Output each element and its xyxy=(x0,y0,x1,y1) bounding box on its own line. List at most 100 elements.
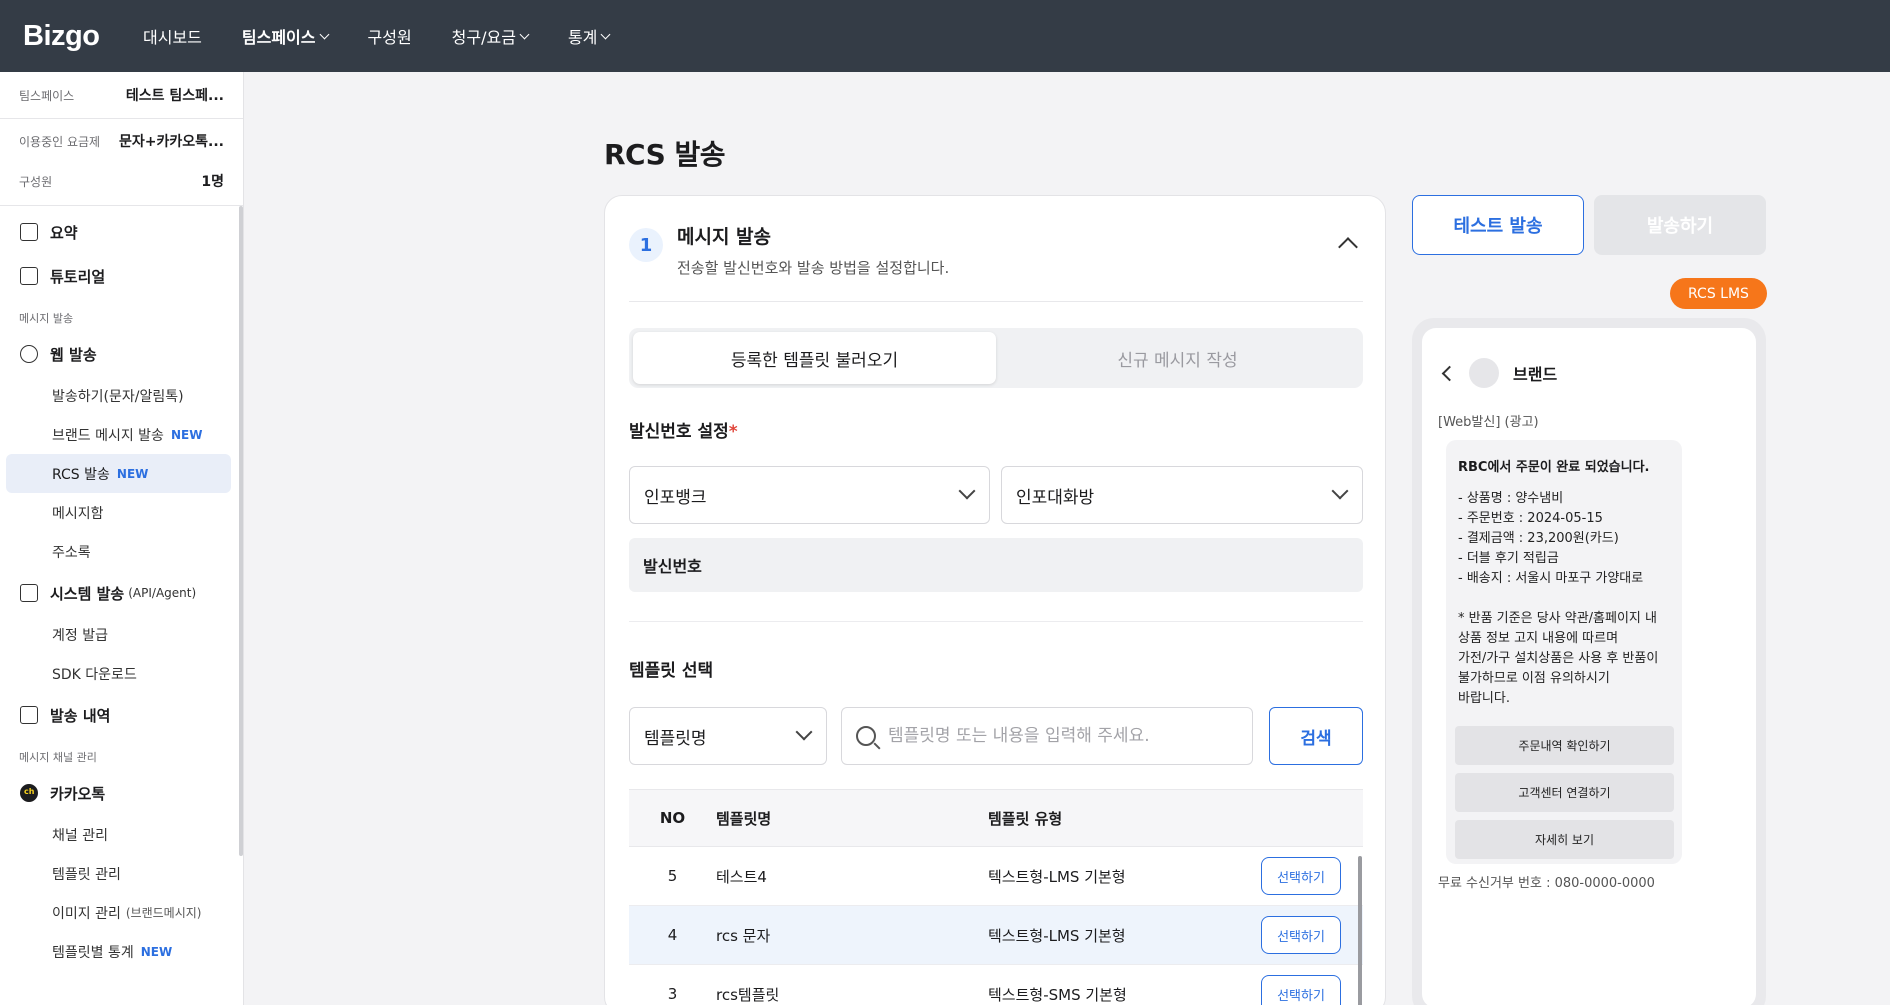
phone-screen: 브랜드 [Web발신] (광고) RBC에서 주문이 완료 되었습니다. - 상… xyxy=(1422,328,1756,1005)
chevron-down-icon xyxy=(795,723,813,741)
nav-statistics-label: 통계 xyxy=(567,28,598,47)
table-scrollbar[interactable] xyxy=(1358,856,1362,1005)
cell-no: 3 xyxy=(667,985,678,1003)
nav-statistics[interactable]: 통계 xyxy=(567,24,611,48)
plan-label: 이용중인 요금제 xyxy=(19,134,101,149)
upload-icon xyxy=(20,584,38,602)
sender-company-select[interactable]: 인포뱅크 xyxy=(629,466,990,524)
members-label: 구성원 xyxy=(19,174,53,189)
sender-number-field[interactable]: 발신번호 xyxy=(629,538,1363,592)
sidebar-item-channel-manage[interactable]: 채널 관리 xyxy=(6,815,231,854)
chevron-down-icon xyxy=(319,29,329,39)
divider xyxy=(629,621,1363,622)
notice-line: * 반품 기준은 당사 약관/홈페이지 내 xyxy=(1458,611,1657,626)
message-line: - 더블 후기 적립금 xyxy=(1458,551,1559,566)
template-search-input[interactable] xyxy=(888,726,1238,746)
menu-label: 이미지 관리 xyxy=(52,905,121,922)
sidebar-item-template-manage[interactable]: 템플릿 관리 xyxy=(6,854,231,893)
search-button[interactable]: 검색 xyxy=(1269,707,1363,765)
chevron-down-icon xyxy=(1331,482,1349,500)
sidebar-item-sdk-download[interactable]: SDK 다운로드 xyxy=(6,654,231,693)
book-icon xyxy=(20,223,38,241)
sidebar-scrollbar[interactable] xyxy=(239,206,243,856)
menu-label: 계정 발급 xyxy=(52,627,108,644)
system-send-label: 시스템 발송 xyxy=(50,584,125,603)
teamspace-row[interactable]: 팀스페이스 테스트 팀스페... xyxy=(19,72,224,118)
message-line: - 배송지 : 서울시 마포구 가양대로 xyxy=(1458,571,1644,586)
sidebar-item-rcs-send[interactable]: RCS 발송 NEW xyxy=(6,454,231,493)
sidebar-item-summary[interactable]: 요약 xyxy=(0,210,243,254)
sidebar-item-image-manage[interactable]: 이미지 관리 (브랜드메시지) xyxy=(6,893,231,932)
menu-label: 메시지함 xyxy=(52,505,104,522)
customer-center-button[interactable]: 고객센터 연결하기 xyxy=(1455,773,1674,812)
menu-label: SDK 다운로드 xyxy=(52,666,137,683)
page-title: RCS 발송 xyxy=(604,138,726,171)
menu-label: 주소록 xyxy=(52,544,91,561)
sender-channel-select[interactable]: 인포대화방 xyxy=(1001,466,1363,524)
select-value: 인포대화방 xyxy=(1016,487,1095,508)
nav-members[interactable]: 구성원 xyxy=(368,24,412,48)
sidebar-item-message-box[interactable]: 메시지함 xyxy=(6,493,231,532)
test-send-button[interactable]: 테스트 발송 xyxy=(1412,195,1584,255)
message-line: - 결제금액 : 23,200원(카드) xyxy=(1458,531,1619,546)
template-filter-select[interactable]: 템플릿명 xyxy=(629,707,827,765)
table-row[interactable]: 3 rcs템플릿 텍스트형-SMS 기본형 선택하기 xyxy=(629,965,1363,1005)
table-row[interactable]: 5 테스트4 텍스트형-LMS 기본형 선택하기 xyxy=(629,847,1363,906)
chevron-up-icon[interactable] xyxy=(1338,237,1358,257)
table-row[interactable]: 4 rcs 문자 텍스트형-LMS 기본형 선택하기 xyxy=(629,906,1363,965)
bizgo-logo[interactable]: Bizgo xyxy=(23,20,143,53)
preview-header: 브랜드 xyxy=(1441,358,1558,388)
chevron-down-icon xyxy=(600,29,611,39)
nav-billing-label: 청구/요금 xyxy=(451,28,516,47)
cell-action: 선택하기 xyxy=(1261,916,1363,954)
sender-label: 발신번호 설정* xyxy=(629,417,738,442)
cell-type: 텍스트형-SMS 기본형 xyxy=(988,985,1127,1004)
plan-value: 문자+카카오톡... xyxy=(119,134,224,150)
notice-line: 상품 정보 고지 내용에 따르며 xyxy=(1458,631,1619,646)
teamspace-value: 테스트 팀스페... xyxy=(125,88,224,104)
avatar xyxy=(1469,358,1499,388)
cell-name: rcs 문자 xyxy=(716,926,771,945)
new-badge: NEW xyxy=(140,944,173,959)
nav-teamspace[interactable]: 팀스페이스 xyxy=(242,24,329,48)
sidebar-item-brand-message[interactable]: 브랜드 메시지 발송 NEW xyxy=(6,415,231,454)
open-book-icon xyxy=(20,267,38,285)
back-arrow-icon xyxy=(1441,365,1458,381)
group-label-channel: 메시지 채널 관리 xyxy=(19,751,97,764)
nav-billing[interactable]: 청구/요금 xyxy=(451,24,530,48)
order-history-button[interactable]: 주문내역 확인하기 xyxy=(1455,726,1674,765)
sidebar-item-template-stats[interactable]: 템플릿별 통계 NEW xyxy=(6,932,231,971)
sidebar-item-history[interactable]: 발송 내역 xyxy=(0,693,243,737)
sidebar-item-address-book[interactable]: 주소록 xyxy=(6,532,231,571)
tab-saved-template[interactable]: 등록한 템플릿 불러오기 xyxy=(633,332,996,384)
message-send-card: 1 메시지 발송 전송할 발신번호와 발송 방법을 설정합니다. 등록한 템플릿… xyxy=(604,195,1386,1005)
nav-dashboard[interactable]: 대시보드 xyxy=(143,24,202,48)
preview-brand-name: 브랜드 xyxy=(1513,365,1558,384)
col-no: NO xyxy=(659,809,686,827)
sidebar: 팀스페이스 테스트 팀스페... 이용중인 요금제 문자+카카오톡... 구성원… xyxy=(0,72,244,1005)
menu-label: 발송하기(문자/알림톡) xyxy=(52,388,184,405)
plan-row: 이용중인 요금제 문자+카카오톡... xyxy=(19,119,224,163)
send-button[interactable]: 발송하기 xyxy=(1594,195,1766,255)
select-template-button[interactable]: 선택하기 xyxy=(1261,916,1341,954)
notice-line: 바랍니다. xyxy=(1458,691,1510,706)
members-row: 구성원 1명 xyxy=(19,163,224,199)
select-template-button[interactable]: 선택하기 xyxy=(1261,857,1341,895)
sidebar-item-send-sms[interactable]: 발송하기(문자/알림톡) xyxy=(6,376,231,415)
document-icon xyxy=(20,706,38,724)
cell-name: rcs템플릿 xyxy=(716,985,780,1004)
select-value: 템플릿명 xyxy=(644,728,707,749)
menu-label: RCS 발송 xyxy=(52,466,110,483)
sidebar-item-web-send[interactable]: 웹 발송 xyxy=(0,332,243,376)
sidebar-item-tutorial[interactable]: 튜토리얼 xyxy=(0,254,243,298)
unsubscribe-number: 무료 수신거부 번호 : 080-0000-0000 xyxy=(1438,876,1655,891)
select-template-button[interactable]: 선택하기 xyxy=(1261,975,1341,1005)
template-search-box xyxy=(841,707,1253,765)
tab-new-message[interactable]: 신규 메시지 작성 xyxy=(996,332,1359,384)
sidebar-item-account-issue[interactable]: 계정 발급 xyxy=(6,615,231,654)
sidebar-item-system-send[interactable]: 시스템 발송 (API/Agent) xyxy=(0,571,243,615)
message-line: - 상품명 : 양수냄비 xyxy=(1458,491,1564,506)
view-details-button[interactable]: 자세히 보기 xyxy=(1455,820,1674,859)
sidebar-item-kakao[interactable]: 카카오톡 xyxy=(0,771,243,815)
